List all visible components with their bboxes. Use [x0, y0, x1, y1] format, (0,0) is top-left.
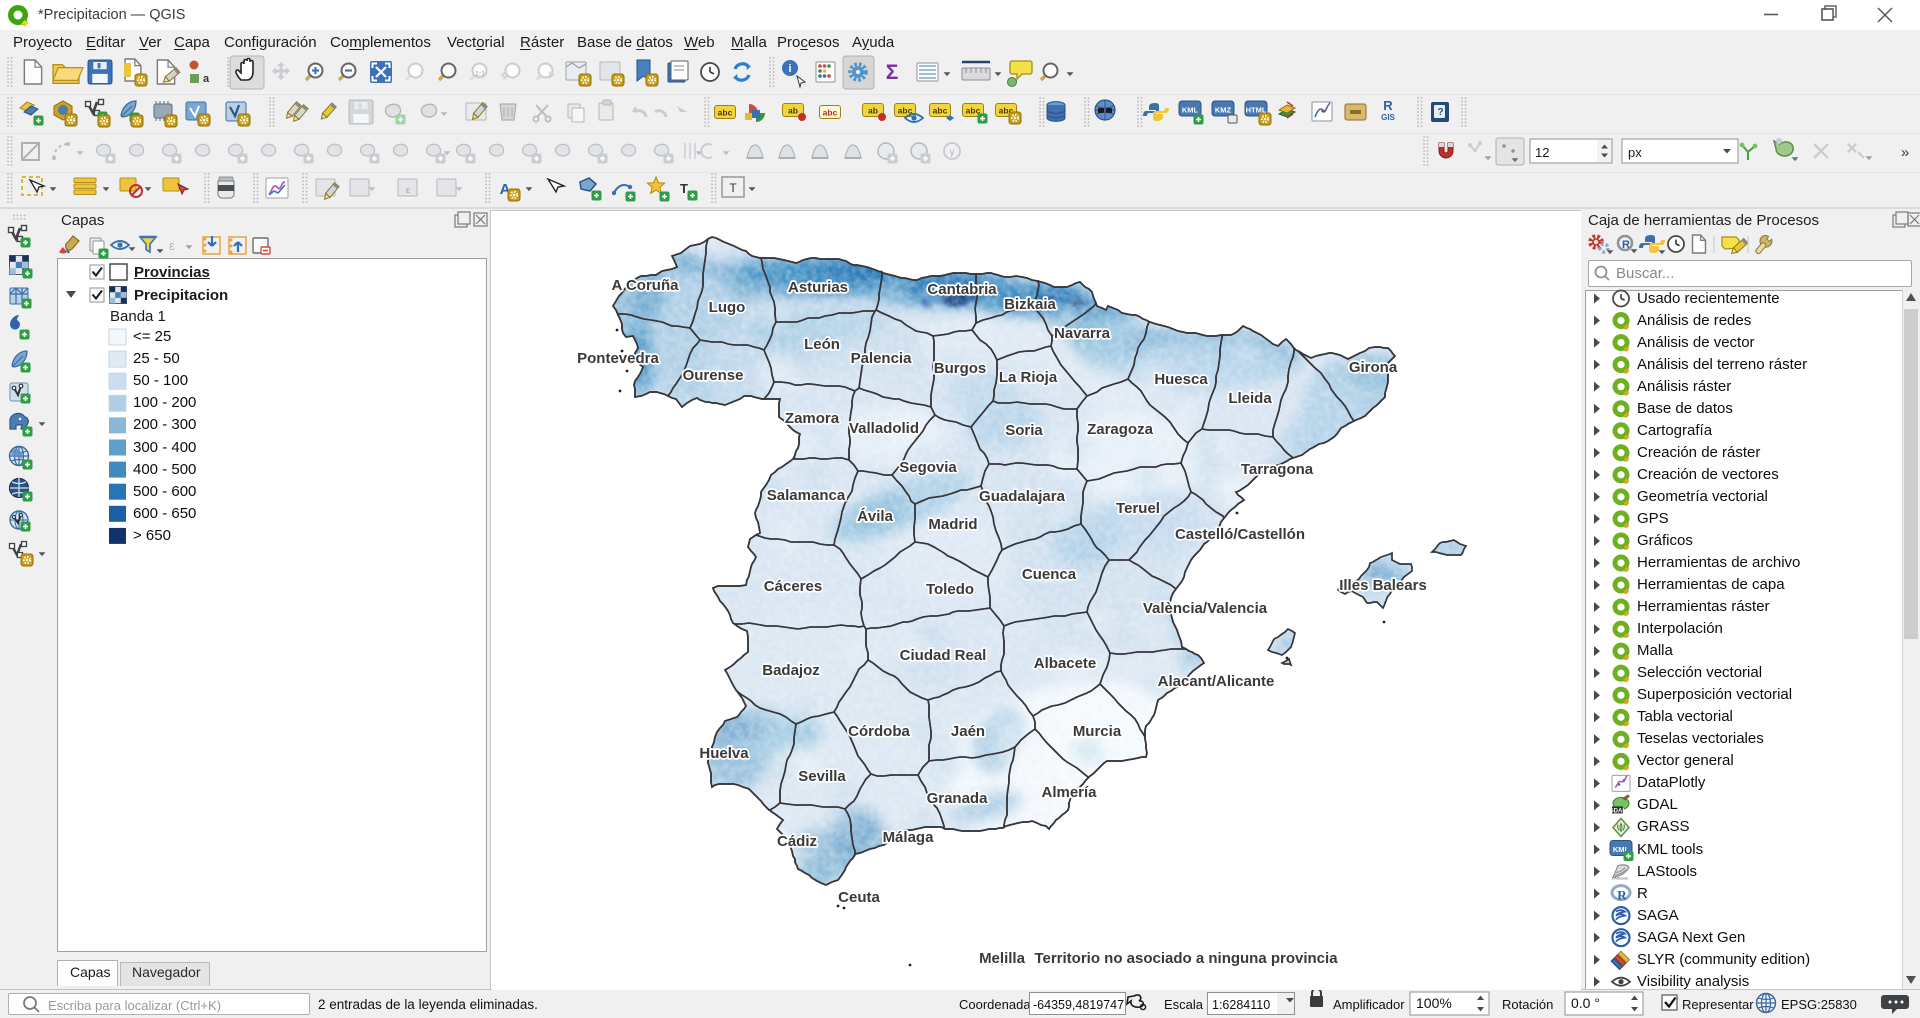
svg-text:Ourense: Ourense [683, 367, 744, 384]
svg-text:Segovia: Segovia [899, 459, 957, 476]
svg-text:Murcia: Murcia [1073, 723, 1122, 740]
svg-text:Almería: Almería [1041, 784, 1097, 801]
svg-text:Madrid: Madrid [928, 516, 977, 533]
svg-text:Asturias: Asturias [788, 279, 848, 296]
svg-text:Cuenca: Cuenca [1022, 566, 1077, 583]
svg-text:Valladolid: Valladolid [849, 420, 919, 437]
svg-text:València/Valencia: València/Valencia [1143, 600, 1268, 617]
svg-text:Málaga: Málaga [883, 829, 935, 846]
svg-text:Cádiz: Cádiz [777, 833, 817, 850]
svg-text:Tarragona: Tarragona [1241, 461, 1314, 478]
svg-text:A Coruña: A Coruña [612, 277, 680, 294]
svg-text:Salamanca: Salamanca [767, 487, 846, 504]
svg-text:Albacete: Albacete [1034, 655, 1097, 672]
svg-text:Huesca: Huesca [1154, 371, 1208, 388]
svg-text:Burgos: Burgos [934, 360, 987, 377]
svg-text:Huelva: Huelva [699, 745, 749, 762]
svg-text:Palencia: Palencia [851, 350, 913, 367]
svg-text:Zaragoza: Zaragoza [1087, 421, 1154, 438]
svg-text:Granada: Granada [927, 790, 989, 807]
svg-text:Ávila: Ávila [857, 508, 894, 525]
svg-text:Bizkaia: Bizkaia [1004, 296, 1056, 313]
svg-text:Pontevedra: Pontevedra [577, 350, 659, 367]
svg-text:Melilla: Melilla [979, 950, 1026, 967]
svg-text:Ciudad Real: Ciudad Real [900, 647, 987, 664]
svg-text:Cantabria: Cantabria [927, 281, 997, 298]
svg-text:Girona: Girona [1349, 359, 1398, 376]
svg-text:Castelló/Castellón: Castelló/Castellón [1175, 526, 1305, 543]
svg-text:Lleida: Lleida [1228, 390, 1272, 407]
svg-text:Ceuta: Ceuta [838, 889, 880, 906]
svg-text:Cáceres: Cáceres [764, 578, 822, 595]
svg-text:León: León [804, 336, 840, 353]
svg-text:Zamora: Zamora [785, 410, 840, 427]
svg-text:Badajoz: Badajoz [762, 662, 820, 679]
svg-text:Sevilla: Sevilla [798, 768, 846, 785]
svg-text:Territorio no asociado a ningu: Territorio no asociado a ninguna provinc… [1034, 950, 1338, 967]
svg-text:Toledo: Toledo [926, 581, 974, 598]
svg-text:Navarra: Navarra [1054, 325, 1111, 342]
svg-text:Lugo: Lugo [709, 299, 746, 316]
svg-text:Teruel: Teruel [1116, 500, 1160, 517]
svg-text:Illes Balears: Illes Balears [1339, 577, 1427, 594]
svg-text:Alacant/Alicante: Alacant/Alicante [1158, 673, 1275, 690]
svg-text:Jaén: Jaén [951, 723, 985, 740]
svg-text:Córdoba: Córdoba [848, 723, 910, 740]
svg-text:Guadalajara: Guadalajara [979, 488, 1066, 505]
svg-text:Soria: Soria [1005, 422, 1043, 439]
svg-text:La Rioja: La Rioja [999, 369, 1058, 386]
